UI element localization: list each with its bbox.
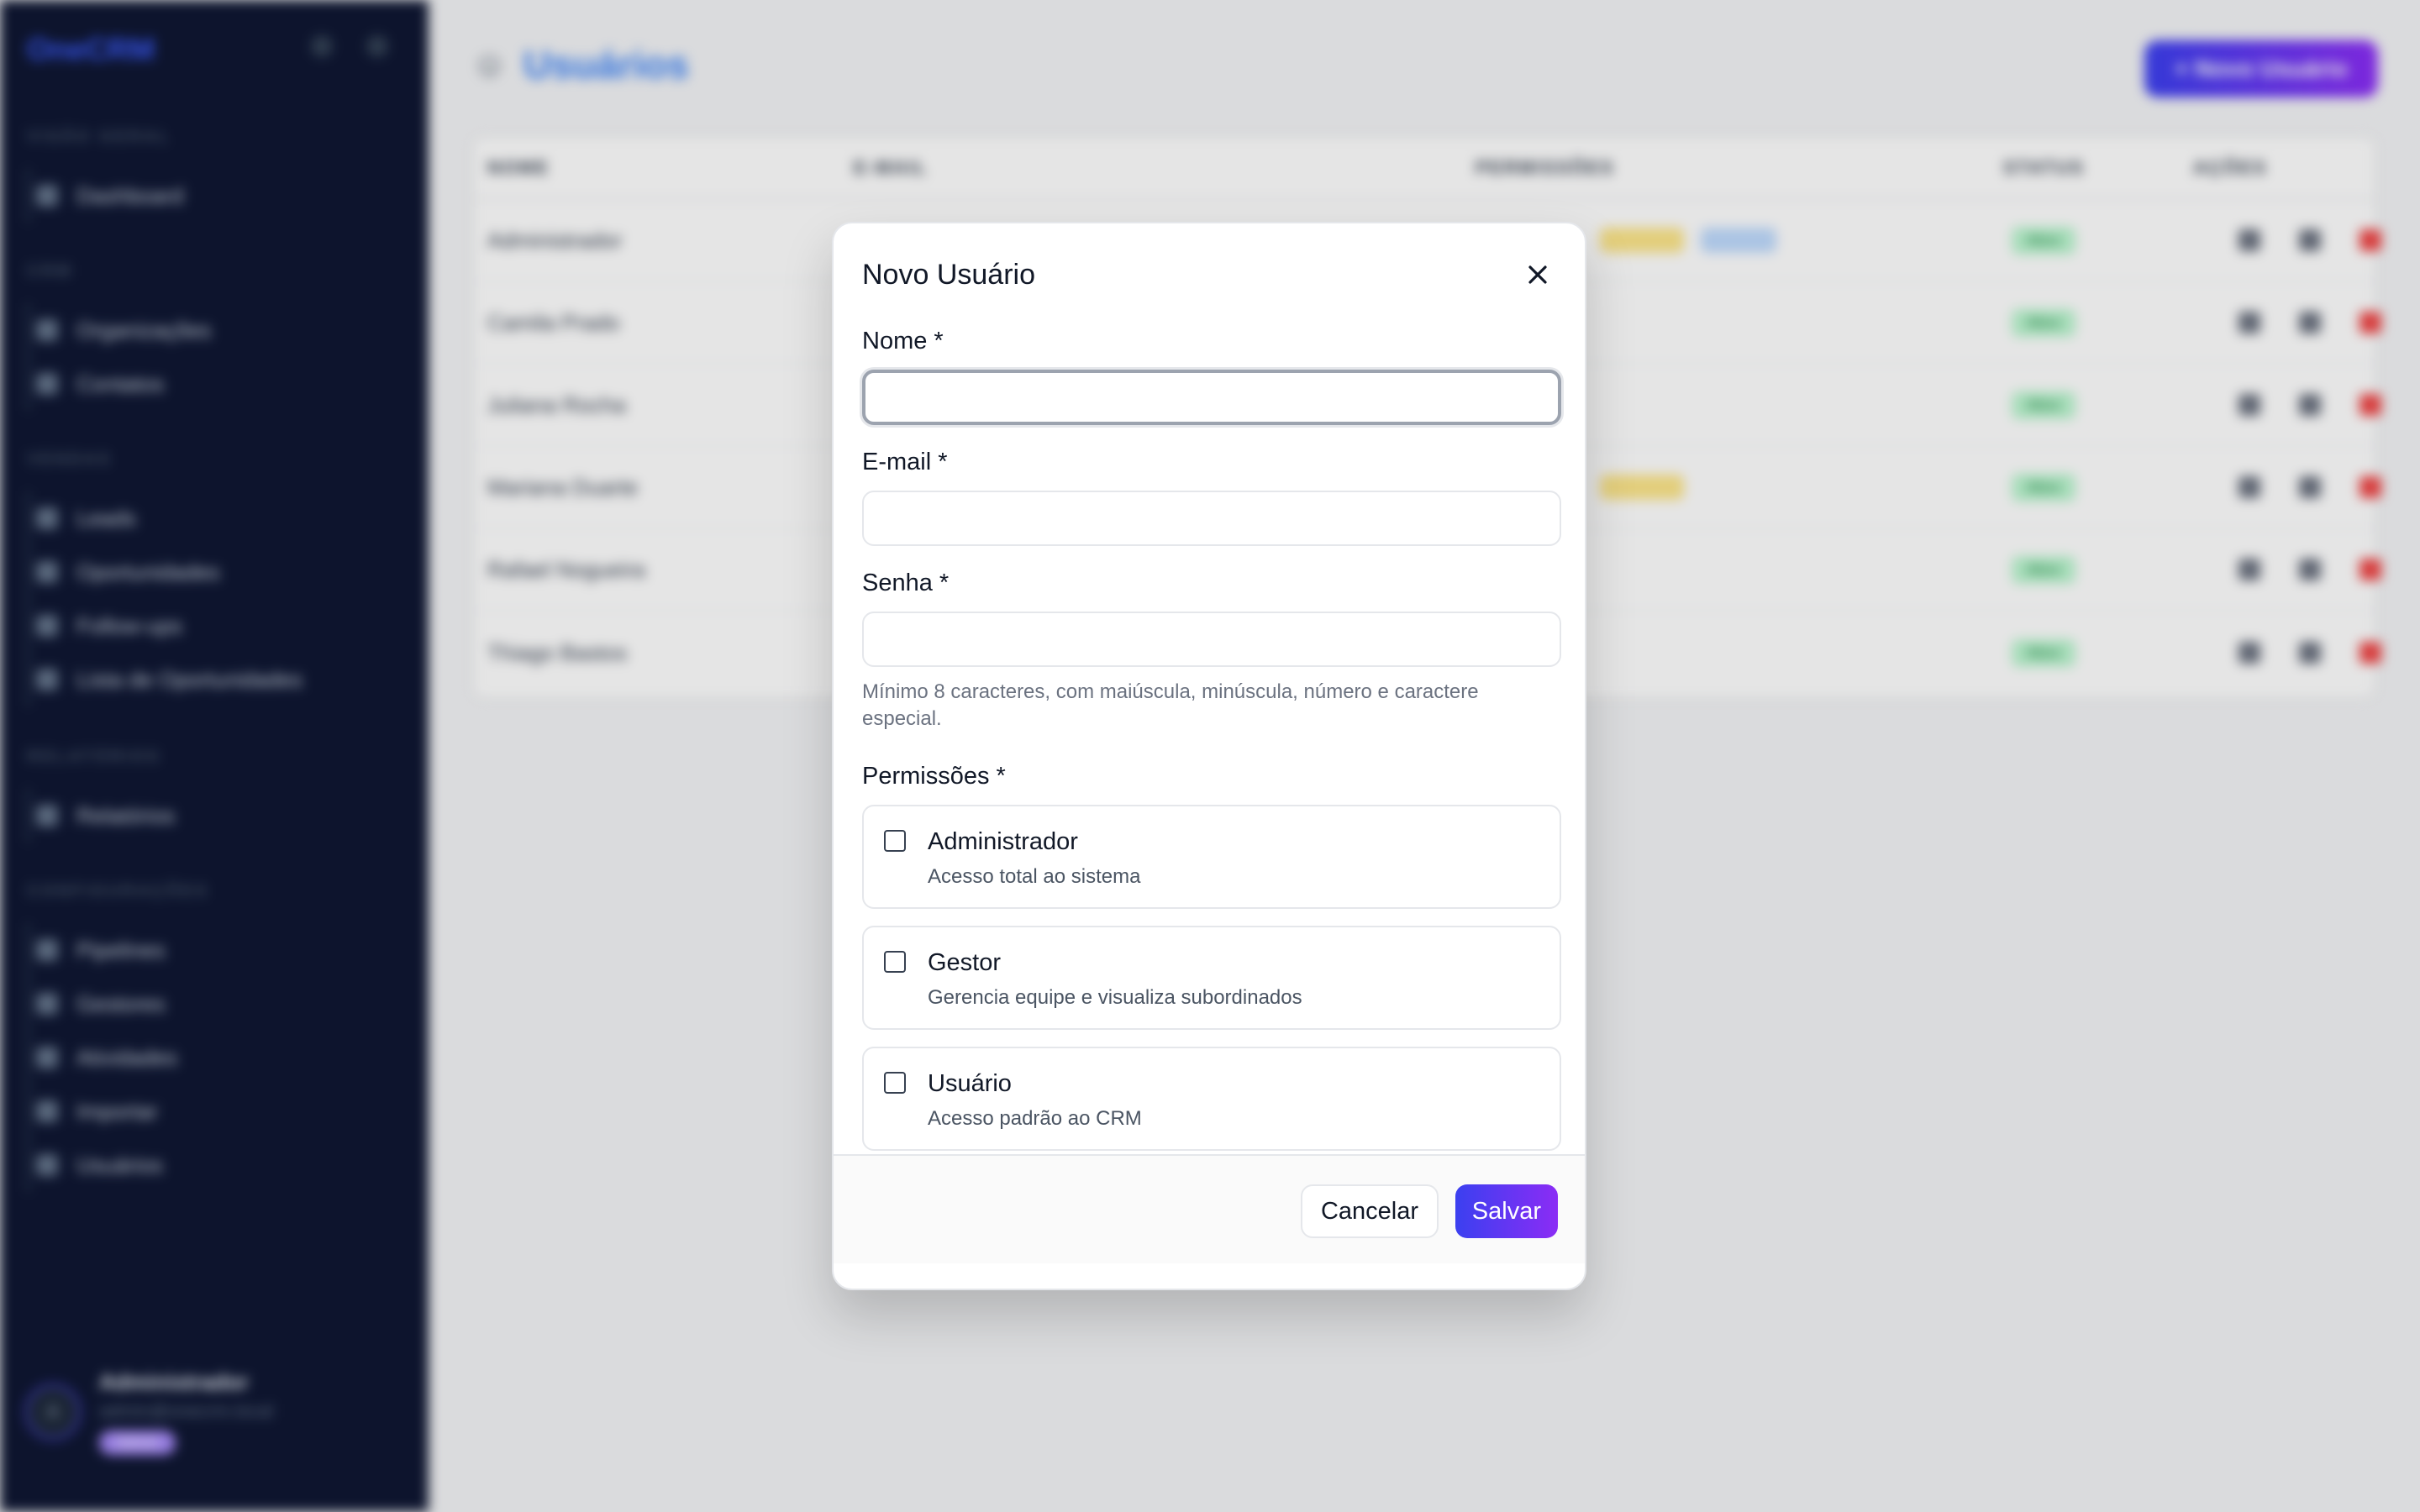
permission-description: Gerencia equipe e visualiza subordinados bbox=[928, 986, 1302, 1009]
name-field-group: Nome * bbox=[862, 324, 1561, 425]
permission-name: Administrador bbox=[928, 828, 1078, 855]
permissions-list: Administrador Acesso total ao sistema Ge… bbox=[862, 805, 1561, 1151]
permission-description: Acesso padrão ao CRM bbox=[928, 1107, 1142, 1130]
password-label: Senha * bbox=[862, 570, 950, 596]
email-label: E-mail * bbox=[862, 449, 948, 475]
email-field-group: E-mail * bbox=[862, 445, 1561, 546]
close-icon bbox=[1528, 265, 1547, 284]
dialog-header: Novo Usuário bbox=[862, 245, 1556, 304]
dialog-body: Nome * E-mail * Senha * Mínimo 8 caracte… bbox=[862, 324, 1561, 1151]
close-button[interactable] bbox=[1519, 256, 1556, 293]
permission-option-admin[interactable]: Administrador Acesso total ao sistema bbox=[862, 805, 1561, 909]
dialog-title: Novo Usuário bbox=[862, 258, 1035, 291]
password-field-group: Senha * Mínimo 8 caracteres, com maiúscu… bbox=[862, 566, 1561, 732]
permission-option-user[interactable]: Usuário Acesso padrão ao CRM bbox=[862, 1047, 1561, 1151]
permission-description: Acesso total ao sistema bbox=[928, 865, 1141, 888]
permission-option-manager[interactable]: Gestor Gerencia equipe e visualiza subor… bbox=[862, 926, 1561, 1030]
cancel-button[interactable]: Cancelar bbox=[1300, 1184, 1439, 1238]
admin-checkbox[interactable] bbox=[884, 830, 906, 852]
email-input[interactable] bbox=[862, 491, 1561, 546]
permissions-label: Permissões * bbox=[862, 763, 1006, 790]
permission-name: Gestor bbox=[928, 949, 1002, 976]
name-input[interactable] bbox=[862, 370, 1561, 425]
name-label: Nome * bbox=[862, 328, 944, 354]
save-button[interactable]: Salvar bbox=[1455, 1184, 1558, 1238]
new-user-dialog: Novo Usuário Nome * E-mail * Senha * Mín… bbox=[832, 222, 1586, 1290]
dialog-footer: Cancelar Salvar bbox=[834, 1154, 1585, 1263]
password-hint: Mínimo 8 caracteres, com maiúscula, minú… bbox=[862, 680, 1479, 730]
user-checkbox[interactable] bbox=[884, 1072, 906, 1094]
manager-checkbox[interactable] bbox=[884, 951, 906, 973]
password-input[interactable] bbox=[862, 612, 1561, 667]
permission-name: Usuário bbox=[928, 1070, 1012, 1097]
